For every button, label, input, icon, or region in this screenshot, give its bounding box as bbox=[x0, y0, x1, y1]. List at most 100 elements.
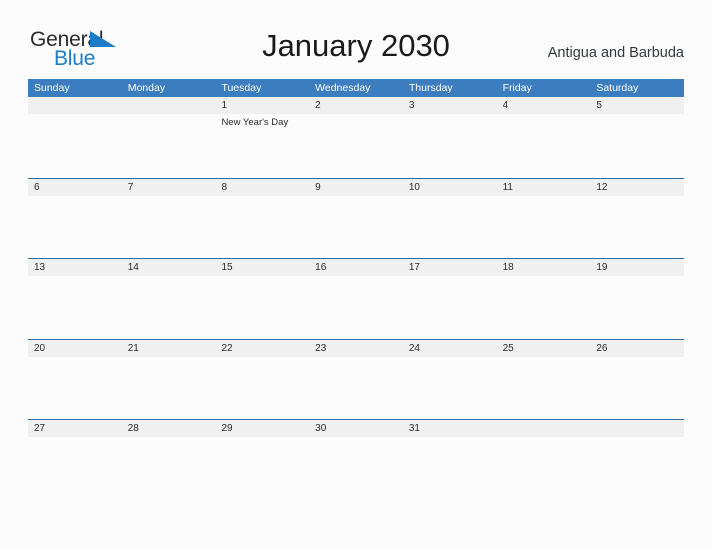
weekday-header-monday: Monday bbox=[127, 82, 166, 94]
day-number: 3 bbox=[408, 100, 415, 111]
calendar-day-cell-empty bbox=[122, 97, 216, 114]
weekday-header-friday: Friday bbox=[502, 82, 532, 94]
calendar-day-cell[interactable]: 13 bbox=[28, 259, 122, 276]
day-events-cell bbox=[122, 276, 216, 338]
week-events-area: New Year's Day bbox=[28, 114, 684, 176]
calendar-day-cell[interactable]: 11 bbox=[497, 179, 591, 196]
day-number: 31 bbox=[408, 423, 420, 434]
day-number: 10 bbox=[408, 181, 420, 193]
calendar-day-cell[interactable]: 10 bbox=[403, 179, 497, 196]
day-events-cell bbox=[309, 437, 403, 499]
calendar-week-row: 1 2 3 4 5 New Year's Day bbox=[28, 97, 684, 178]
day-events-cell bbox=[28, 196, 122, 258]
day-number: 21 bbox=[127, 342, 139, 354]
day-number: 11 bbox=[502, 181, 513, 193]
week-date-band: 13 14 15 16 17 18 19 bbox=[28, 259, 684, 276]
calendar-day-cell[interactable]: 3 bbox=[403, 97, 497, 114]
calendar-weeks: 1 2 3 4 5 New Year's Day 6 7 8 9 10 11 12 13 14 15 16 17 1… bbox=[28, 97, 684, 500]
day-number: 5 bbox=[596, 100, 602, 111]
calendar-day-cell[interactable]: 4 bbox=[497, 97, 591, 114]
day-events-cell bbox=[590, 114, 684, 176]
day-number: 22 bbox=[221, 342, 233, 354]
calendar-day-cell[interactable]: 15 bbox=[215, 259, 309, 276]
day-events-cell bbox=[497, 114, 591, 176]
calendar-day-cell[interactable]: 14 bbox=[122, 259, 216, 276]
calendar-day-cell[interactable]: 29 bbox=[215, 420, 309, 437]
day-number: 14 bbox=[127, 262, 139, 273]
calendar-week-row: 27 28 29 30 31 bbox=[28, 419, 684, 500]
calendar-day-cell[interactable]: 27 bbox=[28, 420, 122, 437]
weekday-header-tuesday: Tuesday bbox=[221, 82, 262, 94]
calendar-week-row: 20 21 22 23 24 25 26 bbox=[28, 338, 684, 420]
day-events-cell bbox=[215, 196, 309, 258]
day-events-cell bbox=[122, 437, 216, 499]
day-number: 1 bbox=[221, 100, 227, 111]
calendar-day-cell[interactable]: 7 bbox=[122, 179, 216, 196]
region-label: Antigua and Barbuda bbox=[547, 45, 684, 61]
day-number: 24 bbox=[408, 342, 420, 354]
calendar-day-cell[interactable]: 17 bbox=[403, 259, 497, 276]
day-events-cell bbox=[28, 114, 122, 176]
calendar-day-cell[interactable]: 26 bbox=[590, 340, 684, 357]
calendar-day-cell[interactable]: 20 bbox=[28, 340, 122, 357]
day-number: 9 bbox=[315, 181, 321, 193]
weekday-header-thursday: Thursday bbox=[408, 82, 453, 94]
day-events-cell bbox=[309, 357, 403, 419]
day-events-cell bbox=[403, 276, 497, 338]
day-events-cell bbox=[497, 437, 591, 499]
calendar-day-cell[interactable]: 12 bbox=[590, 179, 684, 196]
day-events-cell bbox=[215, 437, 309, 499]
calendar-day-cell[interactable]: 21 bbox=[122, 340, 216, 357]
page-header: General Blue January 2030 Antigua and Ba… bbox=[0, 0, 712, 79]
calendar-day-cell[interactable]: 18 bbox=[497, 259, 591, 276]
calendar-day-cell[interactable]: 24 bbox=[403, 340, 497, 357]
day-number: 25 bbox=[502, 342, 514, 354]
day-number: 7 bbox=[127, 181, 134, 193]
calendar-grid: Sunday Monday Tuesday Wednesday Thursday… bbox=[28, 79, 684, 500]
calendar-day-cell[interactable]: 30 bbox=[309, 420, 403, 437]
day-number: 29 bbox=[221, 423, 233, 434]
day-events-cell bbox=[497, 196, 591, 258]
calendar-day-cell[interactable]: 22 bbox=[215, 340, 309, 357]
calendar-day-cell[interactable]: 6 bbox=[28, 179, 122, 196]
weekday-header-wednesday: Wednesday bbox=[315, 82, 371, 94]
calendar-day-cell[interactable]: 5 bbox=[590, 97, 684, 114]
week-events-area bbox=[28, 357, 684, 419]
day-number: 18 bbox=[502, 262, 514, 273]
day-number: 13 bbox=[34, 262, 46, 273]
day-number: 19 bbox=[596, 262, 608, 273]
day-events-cell bbox=[122, 357, 216, 419]
day-events-cell bbox=[309, 196, 403, 258]
day-number: 17 bbox=[408, 262, 420, 273]
calendar-day-cell[interactable]: 25 bbox=[497, 340, 591, 357]
day-events-cell[interactable]: New Year's Day bbox=[215, 114, 309, 176]
weekday-header-sunday: Sunday bbox=[34, 82, 70, 94]
week-date-band: 6 7 8 9 10 11 12 bbox=[28, 178, 684, 196]
week-events-area bbox=[28, 196, 684, 258]
calendar-day-cell[interactable]: 2 bbox=[309, 97, 403, 114]
calendar-week-row: 13 14 15 16 17 18 19 bbox=[28, 258, 684, 339]
calendar-day-cell[interactable]: 19 bbox=[590, 259, 684, 276]
day-events-cell bbox=[215, 276, 309, 338]
day-number: 23 bbox=[315, 342, 327, 354]
calendar-day-cell-empty bbox=[497, 420, 591, 437]
calendar-day-cell[interactable]: 28 bbox=[122, 420, 216, 437]
day-number: 16 bbox=[315, 262, 327, 273]
day-events-cell bbox=[28, 276, 122, 338]
calendar-day-cell[interactable]: 23 bbox=[309, 340, 403, 357]
week-date-band: 27 28 29 30 31 bbox=[28, 420, 684, 437]
day-number: 4 bbox=[502, 100, 509, 111]
calendar-day-cell[interactable]: 8 bbox=[215, 179, 309, 196]
week-events-area bbox=[28, 276, 684, 338]
day-events-cell bbox=[590, 357, 684, 419]
day-number: 27 bbox=[34, 423, 46, 434]
calendar-day-cell[interactable]: 31 bbox=[403, 420, 497, 437]
calendar-day-cell[interactable]: 16 bbox=[309, 259, 403, 276]
day-number: 20 bbox=[34, 342, 46, 354]
calendar-day-cell[interactable]: 1 bbox=[215, 97, 309, 114]
calendar-day-cell[interactable]: 9 bbox=[309, 179, 403, 196]
day-number: 2 bbox=[315, 100, 321, 111]
calendar-day-cell-empty bbox=[28, 97, 122, 114]
day-events-cell bbox=[309, 114, 403, 176]
day-number: 28 bbox=[127, 423, 139, 434]
